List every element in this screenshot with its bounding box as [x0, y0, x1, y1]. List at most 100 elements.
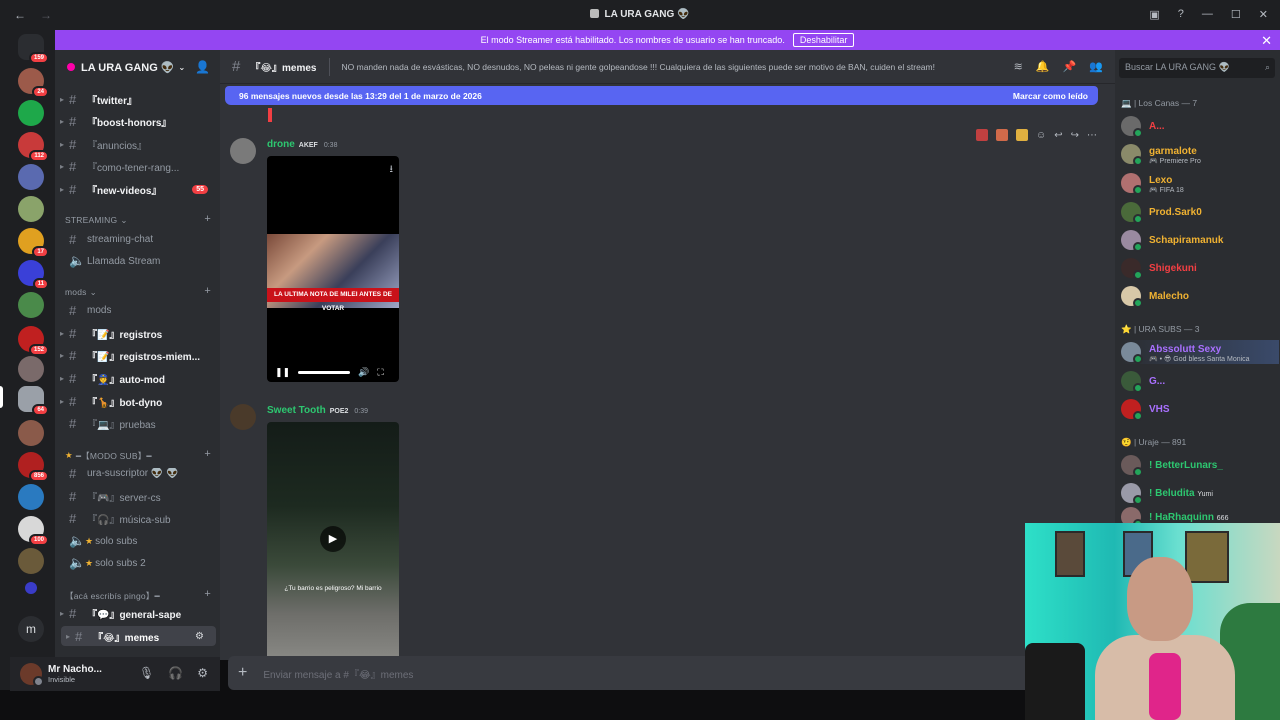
server-icon[interactable] — [18, 484, 44, 510]
download-icon[interactable]: ⭳ — [390, 162, 394, 179]
attach-plus-icon[interactable]: + — [238, 664, 247, 682]
mark-read-button[interactable]: Marcar como leído — [1013, 91, 1088, 101]
member-item[interactable]: A... — [1121, 114, 1279, 138]
channel-musica-sub[interactable]: # 『🎧』música-sub — [55, 508, 220, 528]
add-channel-icon[interactable]: + — [204, 448, 211, 460]
channel-ura-suscriptor[interactable]: # ura-suscriptor 👽 👽 — [55, 463, 220, 483]
channel-llamada-stream[interactable]: 🔈 Llamada Stream — [55, 251, 220, 271]
avatar[interactable] — [230, 138, 256, 164]
channel-streaming-chat[interactable]: # streaming-chat — [55, 229, 220, 249]
video-player[interactable]: ⭳ LA ULTIMA NOTA DE MILEI ANTES DE VOTAR… — [267, 156, 399, 382]
category-aca-escribis-pingo[interactable]: 【acá escribís pingo】━ + — [65, 588, 215, 602]
maximize-icon[interactable]: ☐ — [1231, 8, 1241, 21]
member-item[interactable]: Shigekuni — [1121, 256, 1279, 280]
members-icon[interactable]: 👥 — [1089, 60, 1103, 73]
reaction-icon[interactable] — [1016, 129, 1028, 141]
volume-icon[interactable]: 🔊 — [358, 367, 369, 378]
message-author[interactable]: drone AKEF 0:38 — [267, 139, 337, 150]
fullscreen-icon[interactable]: ⛶ — [377, 367, 383, 378]
server-icon[interactable] — [18, 164, 44, 190]
headphones-icon[interactable]: 🎧 — [168, 666, 183, 680]
server-icon[interactable] — [18, 196, 44, 222]
new-messages-bar[interactable]: 96 mensajes nuevos desde las 13:29 del 1… — [225, 86, 1098, 105]
reaction-icon[interactable] — [996, 129, 1008, 141]
author-name[interactable]: drone — [267, 139, 295, 150]
reaction-icon[interactable] — [976, 129, 988, 141]
add-reaction-icon[interactable]: ☺ — [1036, 130, 1046, 141]
server-icon[interactable]: 24 — [18, 68, 49, 98]
message-input[interactable]: + Enviar mensaje a #『😂』memes 🎁 ▤ — [228, 656, 1108, 690]
server-icon[interactable] — [18, 548, 44, 574]
close-window-icon[interactable]: ✕ — [1259, 8, 1268, 21]
channel-topic[interactable]: NO manden nada de esvásticas, NO desnudo… — [342, 62, 982, 72]
server-icon[interactable]: 856 — [18, 452, 49, 482]
server-icon-active[interactable]: 64 — [18, 386, 49, 416]
channel-bot-dyno[interactable]: ▸ # 『🦒』bot-dyno — [55, 391, 220, 411]
server-m-icon[interactable]: m — [18, 616, 44, 642]
member-item[interactable]: Schapiramanuk — [1121, 228, 1279, 252]
add-channel-icon[interactable]: + — [204, 588, 211, 600]
server-icon[interactable] — [18, 356, 44, 382]
member-item[interactable]: ! BetterLunars_ — [1121, 453, 1279, 477]
server-icon[interactable] — [18, 292, 44, 318]
member-item[interactable]: Prod.Sark0 — [1121, 200, 1279, 224]
category-mods[interactable]: mods ⌄ + — [65, 285, 215, 298]
close-banner-icon[interactable]: ✕ — [1261, 33, 1272, 49]
server-icon[interactable]: 17 — [18, 228, 49, 258]
avatar[interactable] — [20, 663, 44, 687]
message-author[interactable]: Sweet Tooth POE2 0:39 — [267, 405, 368, 416]
channel-server-cs[interactable]: # 『🎮』server-cs — [55, 486, 220, 506]
channel-anuncios[interactable]: ▸ # 『anuncios』 — [55, 134, 220, 154]
add-channel-icon[interactable]: + — [204, 213, 211, 225]
video-progress[interactable] — [298, 370, 351, 374]
add-channel-icon[interactable]: + — [204, 285, 211, 297]
member-item[interactable]: Abssolutt Sexy 🎮 • 😎 God bless Santa Moni… — [1121, 340, 1279, 364]
video-player[interactable]: ▶ ¿Tu barrio es peligroso? Mi barrio — [267, 422, 399, 660]
channel-como-tener-rango[interactable]: ▸ # 『como-tener-rang... — [55, 156, 220, 176]
category-streaming[interactable]: STREAMING ⌄ + — [65, 213, 215, 226]
help-icon[interactable]: ? — [1178, 8, 1184, 21]
member-item[interactable]: G... — [1121, 369, 1279, 393]
add-member-icon[interactable]: 👤 — [195, 60, 210, 74]
server-icon[interactable] — [18, 420, 44, 446]
server-icon[interactable]: 100 — [18, 516, 49, 546]
member-item[interactable]: ! Beludita Yumi — [1121, 481, 1279, 505]
channel-memes[interactable]: ▸ # 『😂』memes ⚙ — [61, 626, 216, 646]
author-name[interactable]: Sweet Tooth — [267, 405, 326, 416]
channel-general-sape[interactable]: ▸ # 『💬』general-sape — [55, 603, 220, 623]
channel-boost-honors[interactable]: ▸ # 『boost-honors』 — [55, 111, 220, 131]
reply-icon[interactable]: ↩ — [1054, 130, 1062, 141]
server-icon[interactable]: 152 — [18, 326, 49, 356]
direct-messages-icon[interactable]: 159 — [18, 34, 49, 64]
member-item[interactable]: Lexo 🎮 FIFA 18 — [1121, 171, 1279, 195]
play-icon[interactable]: ▶ — [320, 526, 346, 552]
channel-registros-miembros[interactable]: ▸ # 『📝』registros-miem... — [55, 345, 220, 365]
server-icon[interactable]: 11 — [18, 260, 49, 290]
server-icon[interactable]: 112 — [18, 132, 49, 162]
search-input[interactable]: Buscar LA URA GANG 👽 ⌕ — [1119, 58, 1275, 78]
forward-icon[interactable]: ↪ — [1071, 130, 1079, 141]
threads-icon[interactable]: ≋ — [1014, 60, 1023, 73]
channel-registros[interactable]: ▸ # 『📝』registros — [55, 323, 220, 343]
channel-mods[interactable]: # mods — [55, 300, 220, 320]
channel-solo-subs-2[interactable]: 🔈 ★ solo subs 2 — [55, 553, 220, 573]
pin-icon[interactable]: 📌 — [1063, 60, 1077, 73]
pause-icon[interactable]: ❚❚ — [275, 367, 290, 378]
member-item[interactable]: VHS — [1121, 397, 1279, 421]
channel-pruebas[interactable]: # 『💻』pruebas — [55, 413, 220, 433]
channel-settings-icon[interactable]: ⚙ — [195, 631, 204, 642]
bell-icon[interactable]: 🔔 — [1036, 60, 1050, 73]
avatar[interactable] — [230, 404, 256, 430]
input-placeholder[interactable]: Enviar mensaje a #『😂』memes — [263, 666, 413, 681]
user-name[interactable]: Mr Nacho... — [48, 664, 102, 675]
minimize-icon[interactable]: — — [1202, 8, 1213, 21]
category-modo-sub[interactable]: ★ ━【MODO SUB】━ + — [65, 448, 215, 462]
microphone-icon[interactable]: 🎙 — [139, 666, 154, 680]
server-header[interactable]: LA URA GANG 👽 ⌄ 👤 — [55, 50, 220, 84]
channel-solo-subs[interactable]: 🔈 ★ solo subs — [55, 531, 220, 551]
gear-icon[interactable]: ⚙ — [197, 666, 208, 680]
channel-new-videos[interactable]: ▸ # 『new-videos』 55 — [55, 179, 220, 199]
disable-streamer-button[interactable]: Deshabilitar — [792, 33, 855, 47]
inbox-icon[interactable]: ▣ — [1149, 8, 1159, 21]
channel-twitter[interactable]: ▸ # 『twitter』 — [55, 89, 220, 109]
